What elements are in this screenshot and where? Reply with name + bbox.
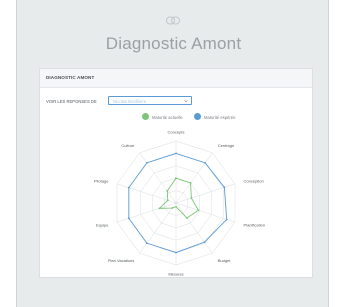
radar-chart: Concepts Centrage Conception Planification B…	[94, 130, 266, 277]
diagnostic-card: DIAGNOSTIC AMONT VOIR LES REPONSES DE Ni…	[39, 68, 313, 278]
grid-spoke	[139, 152, 177, 204]
series-expected-point[interactable]	[203, 241, 206, 244]
axis-label: Equipe	[96, 222, 109, 227]
series-expected-point[interactable]	[175, 152, 177, 155]
series-actual-point[interactable]	[190, 197, 193, 199]
axis-label: Planification	[244, 222, 266, 227]
series-actual-point[interactable]	[166, 199, 169, 202]
series-expected-line	[128, 152, 228, 254]
series-actual-point[interactable]	[186, 217, 188, 219]
page-frame: Diagnostic Amont DIAGNOSTIC AMONT VOIR L…	[16, 0, 329, 307]
series-expected-point[interactable]	[225, 218, 228, 221]
axis-label: Plan Vacations	[108, 258, 134, 263]
series-actual-point[interactable]	[175, 177, 177, 180]
series-expected-point[interactable]	[127, 186, 130, 189]
series-actual-point[interactable]	[189, 182, 192, 184]
grid-spoke	[139, 202, 177, 254]
series-expected-point[interactable]	[223, 186, 226, 189]
grid-spoke	[175, 152, 213, 204]
series-expected-point[interactable]	[127, 217, 130, 220]
axis-label: Pilotage	[94, 179, 109, 184]
series-expected-point[interactable]	[175, 251, 177, 254]
axis-label: Concepts	[168, 130, 185, 135]
series-actual-point[interactable]	[171, 207, 174, 209]
axis-label: Centrage	[218, 143, 235, 148]
series-actual-point[interactable]	[158, 207, 161, 210]
series-expected-point[interactable]	[204, 161, 207, 164]
link-icon	[166, 16, 180, 25]
series-actual-point[interactable]	[175, 205, 177, 208]
series-actual-point[interactable]	[197, 209, 200, 212]
series-actual-line	[158, 177, 200, 219]
page-title: Diagnostic Amont	[105, 34, 242, 53]
axis-label: Conception	[244, 179, 264, 184]
grid-spoke	[175, 183, 236, 204]
series-expected-point[interactable]	[145, 242, 148, 245]
axis-label: Budget	[218, 258, 232, 263]
series-expected-point[interactable]	[145, 161, 148, 164]
series-actual-point[interactable]	[166, 190, 169, 192]
axis-label: Mesures	[168, 272, 183, 277]
axis-label: Culture	[121, 143, 135, 148]
grid-spoke	[116, 202, 177, 223]
